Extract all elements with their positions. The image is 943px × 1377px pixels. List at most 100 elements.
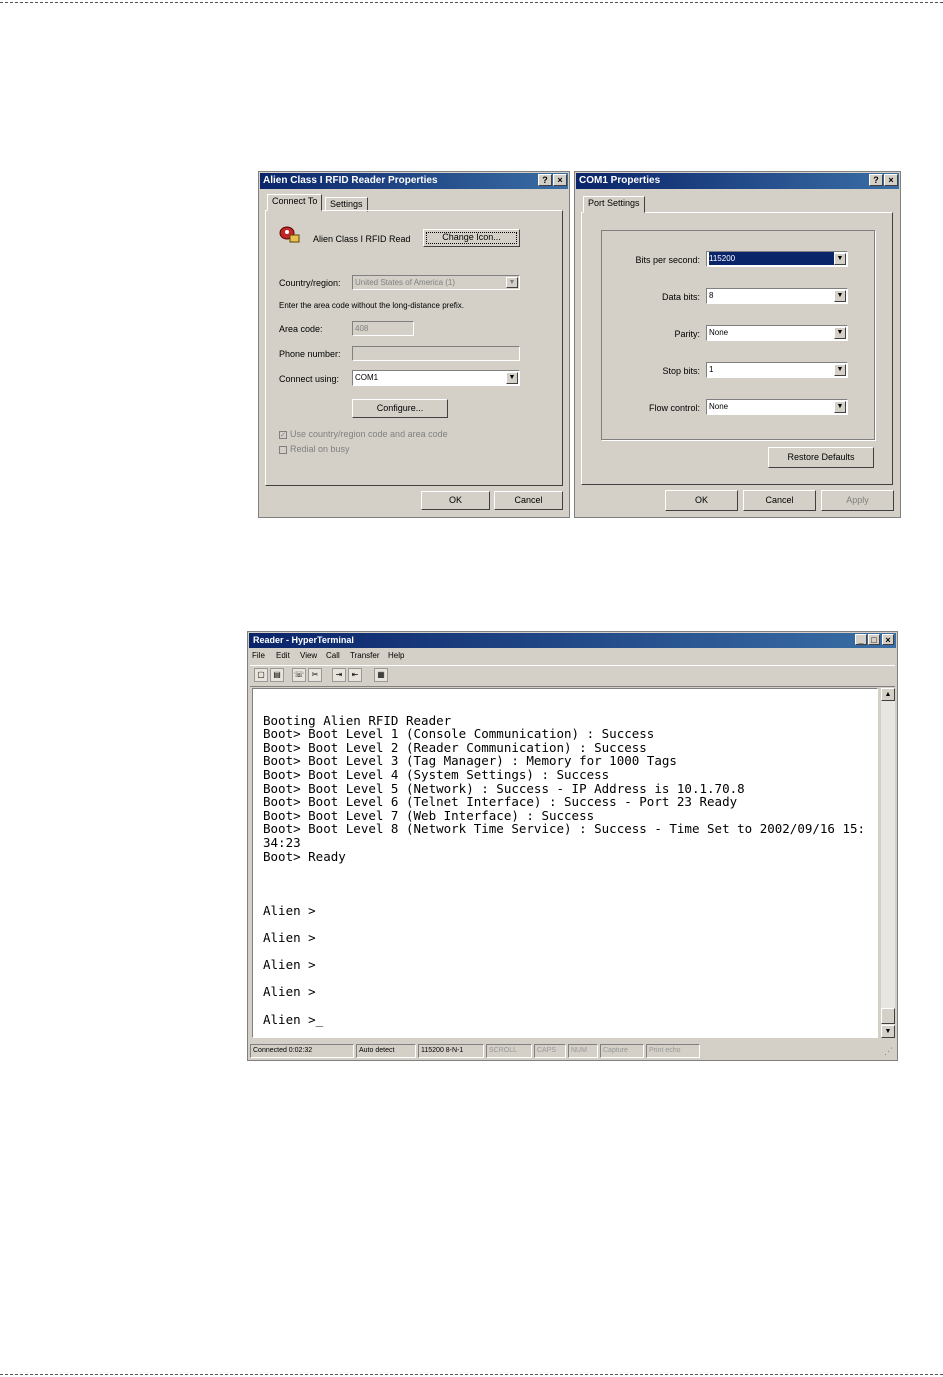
menu-file[interactable]: File	[252, 650, 265, 662]
hyperterminal-window: Reader - HyperTerminal _ □ × File Edit V…	[247, 631, 898, 1061]
stop-bits-select[interactable]: 1 ▼	[706, 362, 848, 378]
menu-help[interactable]: Help	[388, 650, 404, 662]
ok-button[interactable]: OK	[665, 490, 738, 511]
area-code-field[interactable]: 408	[352, 321, 414, 336]
scroll-thumb[interactable]	[881, 1008, 895, 1024]
status-print-echo: Print echo	[646, 1044, 700, 1058]
use-country-checkbox[interactable]: ✓ Use country/region code and area code	[279, 429, 448, 439]
flow-control-label: Flow control:	[648, 403, 700, 413]
parity-label: Parity:	[674, 329, 700, 339]
cancel-button[interactable]: Cancel	[494, 491, 563, 510]
scroll-up-icon[interactable]: ▲	[881, 688, 895, 701]
open-folder-icon[interactable]: ▤	[270, 668, 284, 682]
country-label: Country/region:	[279, 278, 341, 288]
change-icon-button[interactable]: Change Icon...	[423, 229, 520, 247]
country-select[interactable]: United States of America (1) ▼	[352, 275, 520, 290]
status-emulation: Auto detect	[356, 1044, 416, 1058]
country-value: United States of America (1)	[355, 278, 456, 287]
terminal-line: Booting Alien RFID Reader	[263, 712, 452, 728]
terminal-screen[interactable]: Booting Alien RFID Reader Boot> Boot Leve…	[252, 688, 878, 1038]
terminal-line: Alien >	[263, 902, 316, 918]
terminal-line: Boot> Boot Level 4 (System Settings) : S…	[263, 766, 610, 782]
cancel-button[interactable]: Cancel	[743, 490, 816, 511]
ok-button[interactable]: OK	[421, 491, 490, 510]
com1-title: COM1 Properties	[579, 175, 661, 186]
help-button[interactable]: ?	[869, 174, 883, 186]
data-bits-label: Data bits:	[661, 292, 700, 302]
terminal-line: Boot> Boot Level 8 (Network Time Service…	[263, 821, 866, 837]
terminal-output: Booting Alien RFID Reader Boot> Boot Leve…	[263, 700, 877, 1026]
chevron-down-icon: ▼	[506, 277, 518, 288]
terminal-line: Alien >	[263, 957, 316, 973]
bits-per-second-select[interactable]: 115200 ▼	[706, 251, 848, 267]
help-button[interactable]: ?	[538, 174, 552, 186]
tab-port-settings[interactable]: Port Settings	[583, 196, 645, 213]
menu-bar: File Edit View Call Transfer Help	[252, 650, 892, 662]
phone-number-label: Phone number:	[279, 349, 341, 359]
bits-per-second-value: 115200	[709, 252, 834, 265]
area-code-hint: Enter the area code without the long-dis…	[279, 301, 464, 310]
chevron-down-icon: ▼	[834, 327, 846, 339]
reader-properties-titlebar: Alien Class I RFID Reader Properties	[260, 173, 568, 189]
close-button[interactable]: ×	[553, 174, 567, 186]
connect-icon[interactable]: ☏	[292, 668, 306, 682]
terminal-line: Boot> Boot Level 6 (Telnet Interface) : …	[263, 794, 738, 810]
chevron-down-icon: ▼	[834, 401, 846, 413]
restore-defaults-button[interactable]: Restore Defaults	[768, 447, 874, 468]
status-bar: Connected 0:02:32 Auto detect 115200 8-N…	[250, 1044, 895, 1058]
connect-using-select[interactable]: COM1 ▼	[352, 370, 520, 386]
configure-button[interactable]: Configure...	[352, 399, 448, 418]
terminal-line: Boot> Boot Level 3 (Tag Manager) : Memor…	[263, 753, 677, 769]
maximize-button[interactable]: □	[868, 634, 880, 645]
use-country-label: Use country/region code and area code	[290, 429, 448, 439]
status-num: NUM	[568, 1044, 598, 1058]
terminal-line: Boot> Boot Level 2 (Reader Communication…	[263, 739, 647, 755]
connect-using-value: COM1	[355, 373, 379, 382]
reader-properties-title: Alien Class I RFID Reader Properties	[263, 175, 438, 186]
vertical-scrollbar[interactable]: ▲ ▼	[880, 688, 895, 1038]
menu-call[interactable]: Call	[326, 650, 340, 662]
apply-button[interactable]: Apply	[821, 490, 894, 511]
send-icon[interactable]: ⇥	[332, 668, 346, 682]
connection-name: Alien Class I RFID Read	[313, 234, 411, 244]
hyperterminal-titlebar: Reader - HyperTerminal	[249, 633, 896, 648]
data-bits-select[interactable]: 8 ▼	[706, 288, 848, 304]
close-button[interactable]: ×	[882, 634, 894, 645]
menu-edit[interactable]: Edit	[276, 650, 290, 662]
redial-checkbox[interactable]: Redial on busy	[279, 444, 350, 454]
toolbar: ▢ ▤ ☏ ✂ ⇥ ⇤ ▦	[250, 665, 895, 687]
chevron-down-icon: ▼	[834, 253, 846, 265]
flow-control-select[interactable]: None ▼	[706, 399, 848, 415]
minimize-button[interactable]: _	[855, 634, 867, 645]
menu-view[interactable]: View	[300, 650, 317, 662]
terminal-line: Alien >_	[263, 1011, 324, 1027]
scroll-down-icon[interactable]: ▼	[881, 1025, 895, 1038]
stop-bits-label: Stop bits:	[662, 366, 700, 376]
terminal-line: Boot> Boot Level 5 (Network) : Success -…	[263, 780, 745, 796]
data-bits-value: 8	[709, 291, 714, 300]
resize-grip-icon[interactable]: ⋰	[884, 1046, 893, 1057]
phone-number-field[interactable]	[352, 346, 520, 361]
menu-transfer[interactable]: Transfer	[350, 650, 380, 662]
phone-icon	[279, 224, 301, 244]
disconnect-icon[interactable]: ✂	[308, 668, 322, 682]
status-caps: CAPS	[534, 1044, 566, 1058]
com1-titlebar: COM1 Properties	[576, 173, 899, 189]
status-scroll: SCROLL	[486, 1044, 532, 1058]
receive-icon[interactable]: ⇤	[348, 668, 362, 682]
parity-select[interactable]: None ▼	[706, 325, 848, 341]
tab-connect-to[interactable]: Connect To	[267, 194, 323, 211]
close-button[interactable]: ×	[884, 174, 898, 186]
properties-icon[interactable]: ▦	[374, 668, 388, 682]
new-file-icon[interactable]: ▢	[254, 668, 268, 682]
terminal-line: Boot> Boot Level 1 (Console Communicatio…	[263, 726, 655, 742]
checkbox-checked-icon: ✓	[279, 430, 287, 439]
